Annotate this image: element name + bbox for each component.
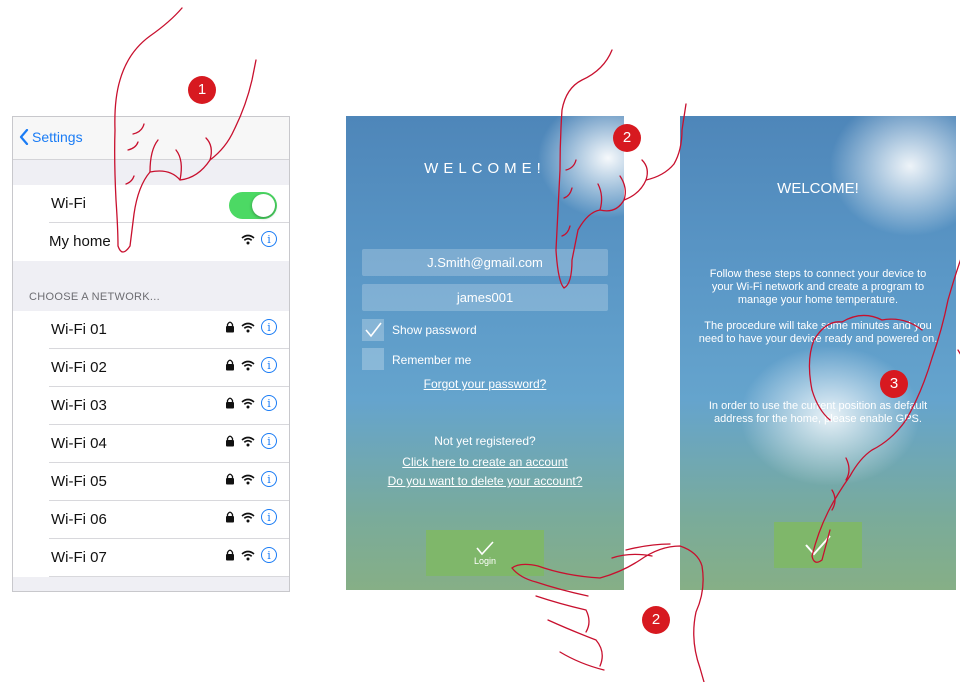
network-name: Wi-Fi 02 — [51, 359, 107, 376]
lock-icon — [226, 359, 234, 371]
password-field[interactable] — [362, 284, 608, 311]
back-button[interactable]: Settings — [19, 129, 83, 145]
divider — [49, 576, 289, 577]
delete-account-row: Do you want to delete your account? — [346, 474, 624, 488]
info-icon[interactable]: i — [261, 547, 277, 563]
email-field[interactable] — [362, 249, 608, 276]
checkmark-icon — [476, 541, 494, 556]
back-label: Settings — [32, 129, 83, 145]
current-network-row[interactable]: My home i — [13, 223, 289, 261]
lock-icon — [226, 397, 234, 409]
info-icon[interactable]: i — [261, 433, 277, 449]
wifi-icon — [241, 474, 255, 484]
info-icon[interactable]: i — [261, 395, 277, 411]
gps-paragraph: In order to use the current position as … — [708, 400, 928, 425]
step-1-badge: 1 — [188, 76, 216, 104]
network-row[interactable]: Wi-Fi 06 i — [13, 501, 289, 539]
wifi-icon — [241, 436, 255, 446]
wifi-toggle[interactable] — [229, 192, 277, 219]
welcome-screen: WELCOME! Follow these steps to connect y… — [680, 116, 956, 590]
forgot-password-link[interactable]: Forgot your password? — [424, 377, 547, 391]
step-2-badge-top: 2 — [613, 124, 641, 152]
checkmark-icon — [805, 535, 831, 556]
info-icon[interactable]: i — [261, 319, 277, 335]
network-name: Wi-Fi 04 — [51, 435, 107, 452]
confirm-button[interactable] — [774, 522, 862, 568]
wifi-icon — [241, 360, 255, 370]
checkmark-icon — [365, 322, 382, 338]
wifi-icon — [241, 550, 255, 560]
navigation-bar: Settings — [13, 117, 289, 160]
wifi-icon — [241, 322, 255, 332]
lock-icon — [226, 549, 234, 561]
toggle-knob — [252, 194, 275, 217]
not-registered-text: Not yet registered? — [434, 434, 536, 448]
login-label: Login — [473, 556, 497, 566]
current-network-name: My home — [49, 233, 111, 250]
network-row[interactable]: Wi-Fi 02 i — [13, 349, 289, 387]
network-row[interactable]: Wi-Fi 05 i — [13, 463, 289, 501]
intro-paragraph: Follow these steps to connect your devic… — [709, 268, 927, 306]
info-icon[interactable]: i — [261, 471, 277, 487]
wifi-toggle-row: Wi-Fi — [13, 185, 289, 223]
network-name: Wi-Fi 05 — [51, 473, 107, 490]
show-password-label: Show password — [392, 323, 477, 337]
wifi-settings-screen: Settings Wi-Fi My home i CHOOSE A NETWOR… — [12, 116, 290, 592]
network-row[interactable]: Wi-Fi 01 i — [13, 311, 289, 349]
wifi-icon — [241, 398, 255, 408]
info-icon[interactable]: i — [261, 357, 277, 373]
create-account-row: Click here to create an account — [346, 455, 624, 469]
welcome-title: WELCOME! — [777, 180, 859, 197]
network-list: Wi-Fi 01 i Wi-Fi 02 i Wi-Fi 03 i Wi-Fi 04 i Wi-F… — [13, 311, 289, 577]
step-3-badge: 3 — [880, 370, 908, 398]
network-name: Wi-Fi 07 — [51, 549, 107, 566]
info-icon[interactable]: i — [261, 231, 277, 247]
wifi-icon — [241, 512, 255, 522]
network-row[interactable]: Wi-Fi 07 i — [13, 539, 289, 577]
delete-account-link[interactable]: Do you want to delete your account? — [388, 474, 583, 488]
wifi-label: Wi-Fi — [51, 195, 86, 212]
lock-icon — [226, 435, 234, 447]
login-button[interactable]: Login — [426, 530, 544, 576]
chevron-left-icon — [19, 129, 29, 145]
network-row[interactable]: Wi-Fi 03 i — [13, 387, 289, 425]
wifi-section: Wi-Fi My home i — [13, 185, 289, 261]
procedure-paragraph: The procedure will take some minutes and… — [698, 320, 938, 345]
remember-me-checkbox[interactable] — [362, 348, 384, 370]
create-account-link[interactable]: Click here to create an account — [402, 455, 567, 469]
forgot-password-row: Forgot your password? — [346, 377, 624, 391]
network-name: Wi-Fi 03 — [51, 397, 107, 414]
network-name: Wi-Fi 01 — [51, 321, 107, 338]
remember-me-label: Remember me — [392, 353, 472, 367]
step-2-badge-bottom: 2 — [642, 606, 670, 634]
network-row[interactable]: Wi-Fi 04 i — [13, 425, 289, 463]
lock-icon — [226, 511, 234, 523]
login-title: WELCOME! — [424, 160, 546, 177]
login-screen: WELCOME! Show password Remember me Forgo… — [346, 116, 624, 590]
lock-icon — [226, 473, 234, 485]
wifi-icon — [241, 234, 255, 244]
section-header: CHOOSE A NETWORK... — [29, 291, 160, 303]
show-password-checkbox[interactable] — [362, 319, 384, 341]
network-name: Wi-Fi 06 — [51, 511, 107, 528]
info-icon[interactable]: i — [261, 509, 277, 525]
lock-icon — [226, 321, 234, 333]
